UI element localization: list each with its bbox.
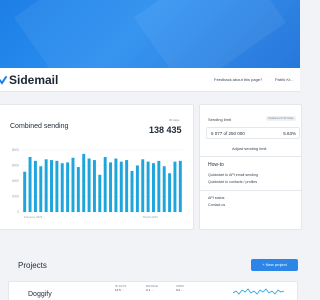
hero-banner	[0, 0, 300, 68]
chart-bar[interactable]	[39, 166, 43, 212]
chart-bar[interactable]	[76, 167, 80, 212]
projects-title: Projects	[18, 261, 47, 270]
divider	[200, 156, 301, 157]
y-tick-label: 4000	[12, 179, 19, 183]
sending-limit-card: Sending limit Updated at 8:42 today 5 07…	[199, 104, 302, 230]
project-col-value: 13 5 ...	[115, 288, 125, 292]
chart-bar[interactable]	[103, 156, 107, 212]
quickstart-api-link[interactable]: Quickstart to API email sending	[208, 173, 258, 177]
divider	[200, 190, 301, 191]
chart-bar[interactable]	[141, 159, 145, 212]
top-navigation-bar: Sidemail Feedback about this page? Patri…	[0, 68, 300, 92]
chart-bar[interactable]	[82, 153, 86, 213]
project-col-value: 0.1 ...	[146, 288, 154, 292]
x-axis-label: March 2023	[143, 215, 158, 219]
project-col-value: 0.0 ...	[176, 288, 184, 292]
contact-us-link[interactable]: Contact us	[208, 203, 225, 207]
y-tick-label: 8000	[12, 148, 19, 152]
chart-bar[interactable]	[109, 162, 113, 212]
chart-bar[interactable]	[135, 165, 139, 213]
chart-bar[interactable]	[114, 158, 118, 212]
chart-bar[interactable]	[125, 160, 129, 212]
chart-bar[interactable]	[55, 160, 59, 212]
chart-bar[interactable]	[157, 160, 161, 212]
new-project-button[interactable]: + New project	[251, 259, 298, 271]
combined-sending-chart: 8000 6000 4000 2000 0 February 2023 March 2023	[12, 148, 183, 219]
sidemail-logo-icon	[0, 76, 7, 85]
chart-bar[interactable]	[162, 166, 166, 212]
chart-bar[interactable]	[173, 161, 177, 213]
adjust-sending-limit-link[interactable]: Adjust sending limit	[232, 146, 266, 151]
y-tick-label: 2000	[12, 195, 19, 199]
project-sparkline	[233, 288, 285, 295]
usage-box: 5 077 of 250 000 5.63%	[206, 127, 300, 139]
chart-bar[interactable]	[71, 157, 75, 212]
usage-percent: 5.63%	[283, 131, 296, 136]
chart-bar[interactable]	[178, 160, 182, 212]
chart-bar[interactable]	[152, 163, 155, 212]
chart-bar[interactable]	[98, 174, 102, 212]
user-menu[interactable]: Patrik Kr...	[275, 77, 293, 82]
updated-badge: Updated at 8:42 today	[266, 116, 296, 121]
chart-bar[interactable]	[146, 161, 150, 213]
chart-bar[interactable]	[87, 158, 91, 212]
project-row[interactable]: Doggify 30 DAYS 13 5 ... BOUNCE 0.1 ... …	[8, 281, 298, 300]
chart-bar[interactable]	[44, 159, 48, 212]
quickstart-contacts-link[interactable]: Quickstart to contacts / profiles	[208, 180, 257, 184]
usage-value: 5 077 of 250 000	[211, 131, 245, 136]
chart-bar[interactable]	[28, 156, 32, 212]
project-name[interactable]: Doggify	[28, 291, 52, 298]
chart-bar[interactable]	[130, 170, 134, 212]
y-tick-label: 6000	[12, 164, 19, 168]
brand-name[interactable]: Sidemail	[9, 73, 58, 87]
chart-bar[interactable]	[50, 160, 53, 212]
chart-bar[interactable]	[60, 163, 64, 212]
howto-title: How-to	[208, 162, 224, 168]
chart-bar[interactable]	[33, 160, 37, 212]
y-tick-label: 0	[17, 210, 19, 214]
feedback-link[interactable]: Feedback about this page?	[214, 77, 262, 82]
total-sent-count: 138 435	[149, 125, 182, 135]
x-axis-label: February 2023	[24, 215, 43, 219]
chart-bar[interactable]	[66, 162, 70, 212]
period-label: 30 days	[169, 118, 180, 122]
combined-sending-title: Combined sending	[10, 123, 69, 130]
sending-limit-label: Sending limit	[208, 117, 231, 122]
chart-bar[interactable]	[23, 171, 27, 212]
chart-bar[interactable]	[92, 160, 96, 212]
combined-sending-card: Combined sending 30 days 138 435 8000 600…	[0, 104, 194, 230]
api-status-link[interactable]: API status	[208, 196, 224, 200]
chart-bar[interactable]	[168, 173, 172, 212]
chart-bar[interactable]	[119, 161, 123, 213]
